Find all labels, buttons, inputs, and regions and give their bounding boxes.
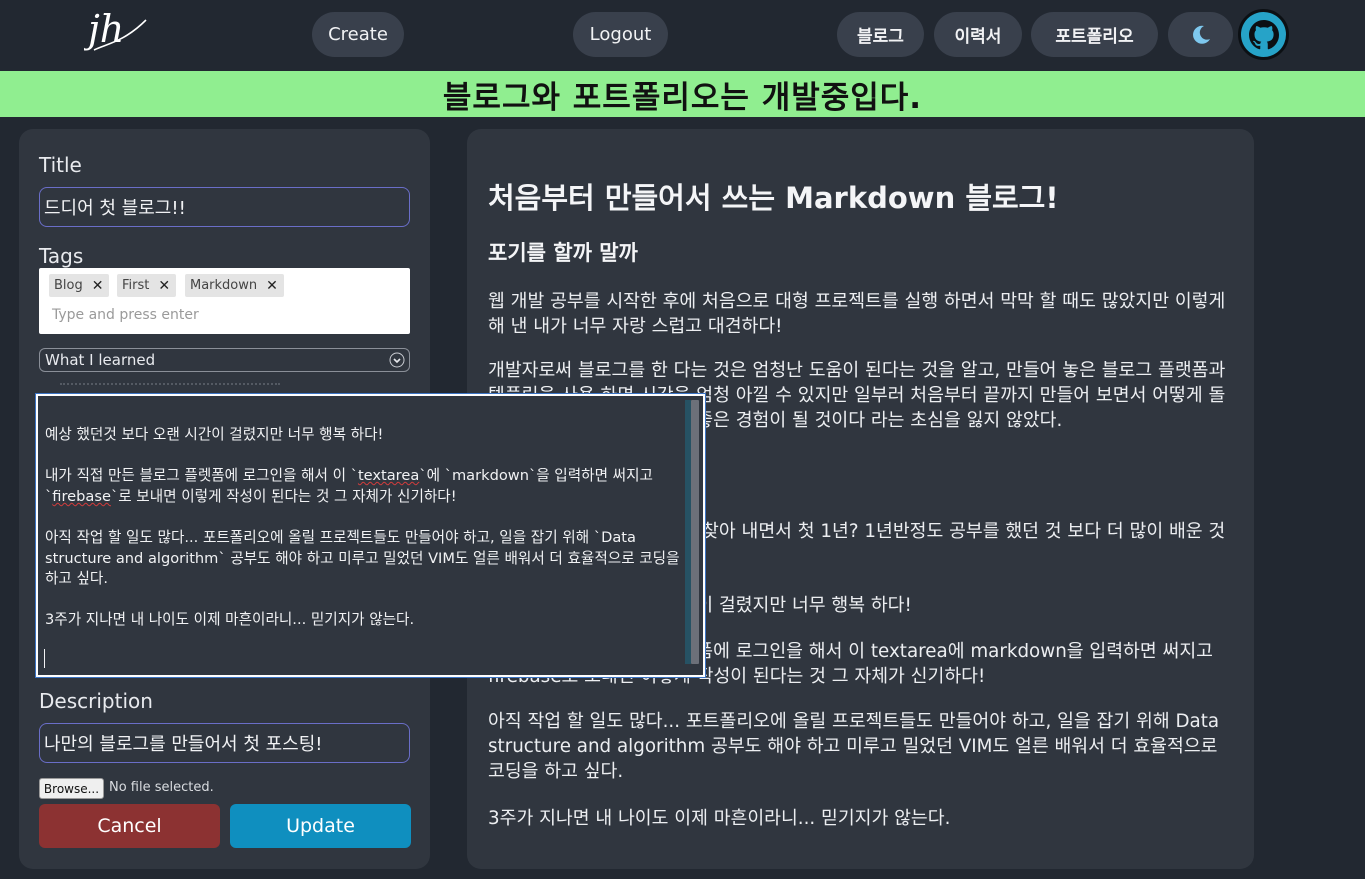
title-label: Title (39, 153, 82, 177)
textarea-line: 예상 했던것 보다 오랜 시간이 걸렸지만 너무 행복 하다! (45, 426, 384, 443)
tags-label: Tags (39, 244, 84, 268)
tag-remove-icon[interactable]: ✕ (266, 278, 284, 294)
category-select[interactable]: What I learned (39, 348, 410, 372)
theme-toggle-button[interactable] (1168, 12, 1233, 57)
tag-label: Markdown (190, 278, 258, 293)
tags-input[interactable]: Blog ✕ First ✕ Markdown ✕ Type and press en… (39, 268, 410, 334)
svg-text:jh: jh (84, 7, 124, 51)
preview-heading: 포기를 할까 말까 (488, 241, 638, 265)
description-label: Description (39, 689, 153, 713)
moon-icon (1192, 25, 1210, 44)
textarea-line: 내가 직접 만든 블로그 플렛폼에 로그인을 해서 이 `textarea`에 … (45, 467, 653, 505)
tag-label: Blog (54, 278, 83, 293)
create-button[interactable]: Create (312, 12, 404, 57)
dev-notice-banner: 블로그와 포트폴리오는 개발중입다. (0, 71, 1365, 117)
textarea-scrollbar[interactable] (691, 400, 699, 664)
tag-remove-icon[interactable]: ✕ (158, 278, 176, 294)
logout-button[interactable]: Logout (573, 12, 668, 57)
logo-signature-icon: jh (81, 7, 147, 51)
browse-file-button[interactable]: Browse... (39, 778, 104, 799)
update-button[interactable]: Update (230, 804, 411, 848)
cancel-button[interactable]: Cancel (39, 804, 220, 848)
nav-resume-link[interactable]: 이력서 (934, 12, 1022, 57)
hidden-content-peek (60, 383, 280, 389)
nav-blog-link[interactable]: 블로그 (837, 12, 924, 57)
text-caret (44, 649, 45, 668)
chevron-down-icon (389, 352, 405, 368)
tag-chip: Blog ✕ (49, 274, 110, 297)
preview-paragraph: 아직 작업 할 일도 많다... 포트폴리오에 올릴 프로젝트들도 만들어야 하… (488, 711, 1220, 782)
preview-paragraph: 웹 개발 공부를 시작한 후에 처음으로 대형 프로젝트를 실행 하면서 막막 … (488, 291, 1226, 337)
textarea-line: 3주가 지나면 내 나이도 이제 마흔이라니... 믿기지가 않는다. (45, 611, 415, 629)
tag-label: First (122, 278, 150, 293)
site-logo[interactable]: jh (81, 4, 154, 60)
github-link[interactable] (1238, 9, 1289, 60)
github-icon (1248, 19, 1279, 49)
top-nav: jh Create Logout 블로그 이력서 포트폴리오 (0, 0, 1365, 71)
category-selected-value: What I learned (45, 351, 156, 369)
tags-placeholder: Type and press enter (52, 307, 199, 323)
description-input[interactable]: 나만의 블로그를 만들어서 첫 포스팅! (39, 723, 410, 763)
markdown-textarea[interactable]: 예상 했던것 보다 오랜 시간이 걸렸지만 너무 행복 하다! 내가 직접 만든… (35, 393, 706, 678)
title-input[interactable]: 드디어 첫 블로그!! (39, 187, 410, 227)
tag-chip: First ✕ (117, 274, 177, 297)
preview-title: 처음부터 만들어서 쓰는 Markdown 블로그! (488, 181, 1059, 215)
tag-chip: Markdown ✕ (185, 274, 284, 297)
nav-portfolio-link[interactable]: 포트폴리오 (1031, 12, 1158, 57)
file-status-text: No file selected. (109, 780, 214, 795)
textarea-content: 예상 했던것 보다 오랜 시간이 걸렸지만 너무 행복 하다! 내가 직접 만든… (45, 425, 685, 652)
tag-remove-icon[interactable]: ✕ (92, 278, 110, 294)
preview-paragraph: 3주가 지나면 내 나이도 이제 마흔이라니... 믿기지가 않는다. (488, 808, 951, 829)
textarea-line: 아직 작업 할 일도 많다... 포트폴리오에 올릴 프로젝트들도 만들어야 하… (45, 528, 680, 588)
